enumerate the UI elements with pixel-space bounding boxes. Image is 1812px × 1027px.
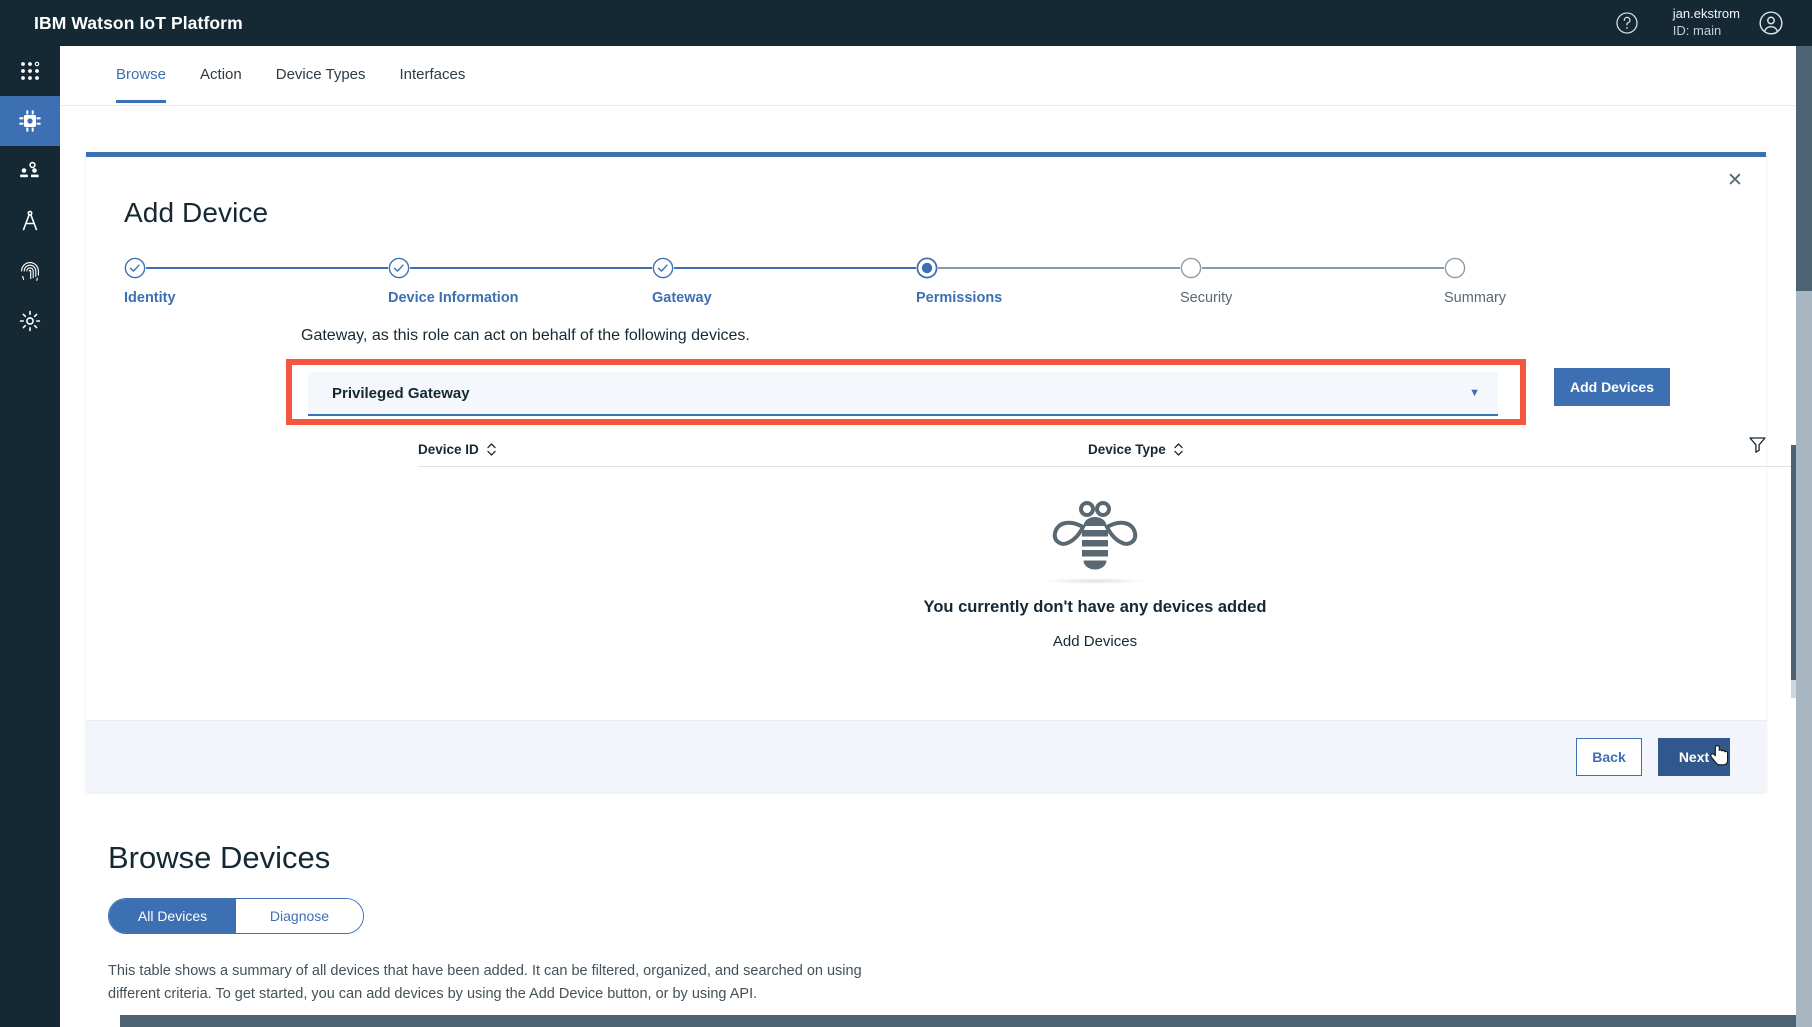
rail-item-devices[interactable] (0, 96, 60, 146)
rail-item-users[interactable] (0, 146, 60, 196)
user-name: jan.ekstrom (1672, 6, 1740, 22)
step-summary[interactable]: Summary (1444, 257, 1506, 306)
devices-table: Device ID Device Type You currently don'… (418, 433, 1800, 698)
chip-device-icon (19, 110, 41, 132)
step-identity[interactable]: Identity (124, 257, 176, 306)
step-connector-5 (1202, 267, 1444, 269)
add-devices-button[interactable]: Add Devices (1554, 368, 1670, 406)
tab-browse[interactable]: Browse (116, 66, 167, 103)
primary-tab-strip: Browse Action Device Types Interfaces (60, 46, 1812, 106)
help-circle-icon[interactable] (1615, 11, 1639, 35)
step-gateway[interactable]: Gateway (652, 257, 712, 306)
rail-item-design[interactable] (0, 196, 60, 246)
empty-state-title: You currently don't have any devices add… (923, 598, 1267, 616)
close-icon[interactable]: ✕ (1722, 167, 1748, 193)
step-label: Summary (1444, 290, 1507, 306)
hand-pointer-cursor (1710, 744, 1729, 765)
browse-description: This table shows a summary of all device… (108, 963, 862, 1003)
page-content: ✕ Add Device Identity Device Information… (60, 106, 1812, 1027)
gear-settings-icon (19, 310, 41, 332)
header-right-cluster: jan.ekstrom ID: main (1615, 0, 1812, 46)
tab-interfaces[interactable]: Interfaces (400, 66, 466, 100)
user-info[interactable]: jan.ekstrom ID: main (1673, 6, 1740, 39)
tab-device-types[interactable]: Device Types (276, 66, 366, 100)
left-nav-rail (0, 46, 60, 1027)
step-permissions[interactable]: Permissions (916, 257, 1002, 306)
column-header-device-id[interactable]: Device ID (418, 442, 497, 457)
column-label: Device ID (418, 442, 479, 457)
column-label: Device Type (1088, 442, 1166, 457)
users-group-icon (20, 161, 39, 178)
user-avatar-icon[interactable] (1758, 10, 1784, 36)
step-check-icon (124, 257, 146, 279)
rail-item-settings[interactable] (0, 296, 60, 346)
sort-arrows-icon (487, 443, 496, 456)
table-header-row: Device ID Device Type (418, 433, 1800, 467)
step-pending-icon (1180, 257, 1202, 279)
page-scrollbar-thumb[interactable] (1796, 46, 1812, 291)
step-security[interactable]: Security (1180, 257, 1232, 306)
compass-drafting-icon (22, 210, 38, 231)
column-header-device-type[interactable]: Device Type (1088, 442, 1184, 457)
step-connector-1 (146, 267, 388, 269)
step-current-icon (916, 257, 938, 279)
step-label: Security (1180, 290, 1233, 306)
step-label: Permissions (916, 290, 1003, 306)
chevron-down-icon: ▼ (1469, 387, 1480, 399)
permissions-select-row: Privileged Gateway ▼ Add Devices (286, 359, 1726, 425)
step-device-information[interactable]: Device Information (388, 257, 519, 306)
user-id: ID: main (1672, 23, 1722, 38)
role-select-value: Privileged Gateway (332, 384, 470, 402)
step-pending-icon (1444, 257, 1466, 279)
modal-footer: Back Next (86, 720, 1766, 792)
browse-devices-section: Browse Devices All Devices Diagnose This… (108, 840, 1812, 1007)
fingerprint-icon (21, 262, 39, 281)
empty-state-add-devices-link[interactable]: Add Devices (1053, 633, 1137, 650)
page-title: Browse Devices (108, 840, 331, 875)
top-header: IBM Watson IoT Platform jan.ekstrom ID: … (0, 0, 1812, 46)
app-root: IBM Watson IoT Platform jan.ekstrom ID: … (0, 0, 1812, 1027)
empty-state: You currently don't have any devices add… (418, 467, 1772, 692)
step-label: Identity (124, 290, 176, 306)
add-device-modal: ✕ Add Device Identity Device Information… (86, 152, 1800, 792)
app-brand-title: IBM Watson IoT Platform (34, 12, 243, 33)
rail-item-apps[interactable] (0, 46, 60, 96)
tab-action[interactable]: Action (200, 66, 242, 100)
step-label: Device Information (388, 290, 519, 306)
filter-icon[interactable] (1748, 435, 1767, 454)
illustration-shadow (1043, 578, 1147, 584)
step-check-icon (388, 257, 410, 279)
toggle-diagnose[interactable]: Diagnose (236, 899, 363, 933)
view-toggle-group: All Devices Diagnose (108, 898, 364, 934)
role-description: Gateway, as this role can act on behalf … (301, 327, 750, 344)
apps-grid-icon (21, 61, 40, 80)
wizard-stepper: Identity Device Information Gateway Perm… (124, 257, 1506, 319)
toggle-all-devices[interactable]: All Devices (109, 899, 236, 933)
sort-arrows-icon (1174, 443, 1183, 456)
step-label: Gateway (652, 290, 712, 306)
horizontal-scrollbar[interactable] (120, 1015, 1812, 1027)
bee-icon (1052, 501, 1138, 570)
step-check-icon (652, 257, 674, 279)
modal-title: Add Device (124, 197, 269, 228)
back-button[interactable]: Back (1576, 737, 1642, 776)
rail-item-security[interactable] (0, 246, 60, 296)
role-select-dropdown[interactable]: Privileged Gateway ▼ (308, 372, 1498, 416)
page-scrollbar-track[interactable] (1796, 46, 1812, 1027)
